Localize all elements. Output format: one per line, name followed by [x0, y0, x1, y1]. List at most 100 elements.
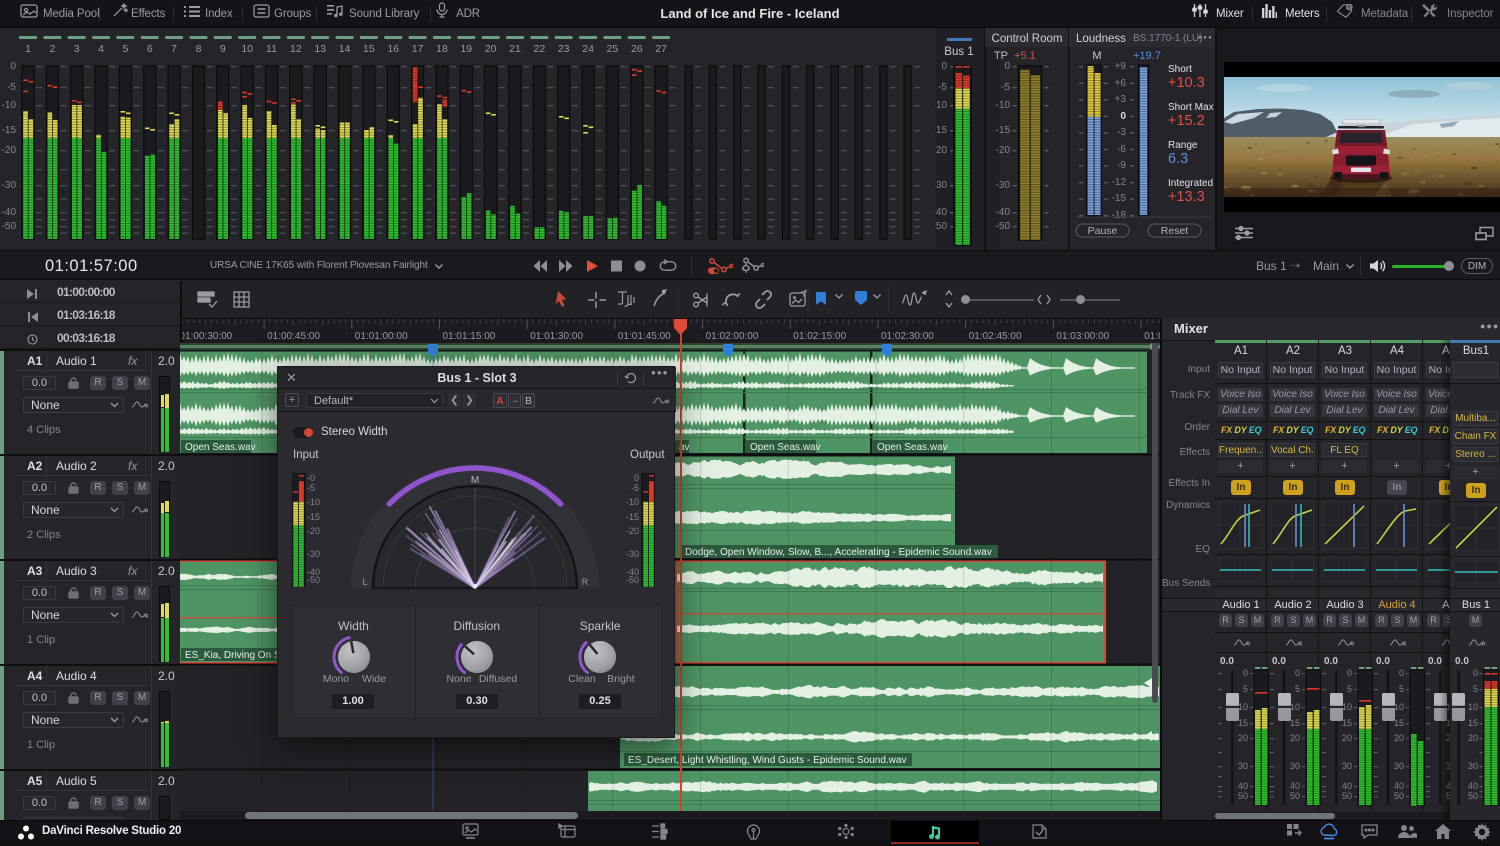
svg-text:30: 30 [1342, 761, 1352, 771]
svg-text:40: 40 [1342, 781, 1352, 791]
svg-text:25: 25 [607, 43, 619, 55]
svg-text:15: 15 [1342, 718, 1352, 728]
svg-text:-12: -12 [1112, 177, 1127, 188]
svg-text:17: 17 [412, 43, 424, 55]
svg-text:-30: -30 [2, 180, 17, 191]
svg-text:26: 26 [631, 43, 643, 55]
svg-text:Range: Range [1168, 140, 1198, 151]
svg-text:15: 15 [1238, 718, 1248, 728]
svg-text:20: 20 [1468, 733, 1478, 743]
svg-text:12: 12 [290, 43, 302, 55]
svg-text:01:02:30:00: 01:02:30:00 [881, 331, 934, 342]
svg-text:+6: +6 [1115, 78, 1127, 89]
svg-text:-15: -15 [996, 125, 1011, 136]
svg-text:-10: -10 [996, 100, 1011, 111]
svg-text:-30: -30 [935, 180, 947, 191]
svg-text:+13.3: +13.3 [1168, 189, 1205, 205]
svg-text:01:03:00:00: 01:03:00:00 [1056, 331, 1109, 342]
svg-text:-18: -18 [1112, 210, 1127, 221]
svg-text:Open Seas.wav: Open Seas.wav [185, 442, 256, 453]
svg-text:+9: +9 [1115, 61, 1127, 72]
svg-text:50: 50 [1468, 791, 1478, 801]
svg-text:20: 20 [1238, 733, 1248, 743]
svg-text:20: 20 [1394, 733, 1404, 743]
svg-text:10: 10 [1468, 702, 1478, 712]
svg-text:0: 0 [1243, 668, 1248, 678]
svg-text:Dodge, Open Window, Slow, B...: Dodge, Open Window, Slow, B..., Accelera… [685, 547, 992, 558]
svg-text:Open Seas.wav: Open Seas.wav [877, 442, 948, 453]
svg-text:-50: -50 [996, 221, 1011, 232]
svg-text:14: 14 [339, 43, 351, 55]
svg-text:-5: -5 [938, 82, 947, 93]
svg-text:20: 20 [1290, 733, 1300, 743]
svg-text:-50: -50 [935, 221, 947, 232]
svg-text:10: 10 [1290, 702, 1300, 712]
svg-text:●●●: ●●● [1198, 35, 1213, 41]
svg-text:15: 15 [1290, 718, 1300, 728]
svg-text:0: 0 [1120, 111, 1126, 122]
svg-text:10: 10 [1238, 702, 1248, 712]
svg-text:4: 4 [98, 43, 104, 55]
svg-text:R: R [582, 577, 589, 587]
svg-text:30: 30 [1468, 761, 1478, 771]
svg-text:-10: -10 [935, 100, 947, 111]
svg-text:40: 40 [1238, 781, 1248, 791]
svg-text:2: 2 [49, 43, 55, 55]
svg-text:40: 40 [1394, 781, 1404, 791]
svg-text:10: 10 [1394, 702, 1404, 712]
svg-text:-40: -40 [996, 207, 1011, 218]
svg-text:-20: -20 [996, 145, 1011, 156]
svg-text:5: 5 [1473, 684, 1478, 694]
svg-text:5: 5 [1243, 684, 1248, 694]
svg-text:24: 24 [582, 43, 594, 55]
svg-text:01:02:45:00: 01:02:45:00 [969, 331, 1022, 342]
svg-text:27: 27 [655, 43, 667, 55]
svg-text:01:00:30:00: 01:00:30:00 [182, 331, 233, 342]
svg-text:0: 0 [1347, 668, 1352, 678]
svg-text:+3: +3 [1115, 94, 1127, 105]
svg-text:L: L [362, 577, 367, 587]
svg-text:16: 16 [387, 43, 399, 55]
svg-text:01:01:45:00: 01:01:45:00 [618, 331, 671, 342]
svg-text:5: 5 [1295, 684, 1300, 694]
svg-text:20: 20 [485, 43, 497, 55]
svg-text:15: 15 [1468, 718, 1478, 728]
svg-text:Open Seas.wav: Open Seas.wav [750, 442, 821, 453]
svg-text:23: 23 [558, 43, 570, 55]
svg-text:Short: Short [1168, 64, 1192, 75]
svg-text:-15: -15 [1112, 193, 1127, 204]
svg-text:Loudness: Loudness [1076, 33, 1126, 45]
svg-text:0: 0 [10, 61, 16, 72]
svg-text:-50: -50 [2, 221, 17, 232]
svg-text:01:01:00:00: 01:01:00:00 [355, 331, 408, 342]
svg-text:50: 50 [1238, 791, 1248, 801]
svg-text:40: 40 [1290, 781, 1300, 791]
svg-text:0: 0 [1004, 61, 1010, 72]
svg-text:40: 40 [1468, 781, 1478, 791]
svg-text:-5: -5 [7, 82, 16, 93]
svg-text:01:01:30:00: 01:01:30:00 [530, 331, 583, 342]
svg-text:-6: -6 [1117, 144, 1126, 155]
svg-text:5: 5 [1347, 684, 1352, 694]
svg-text:Integrated: Integrated [1168, 178, 1213, 189]
svg-text:01:01:15:00: 01:01:15:00 [443, 331, 496, 342]
svg-text:-15: -15 [935, 125, 947, 136]
svg-text:-40: -40 [2, 207, 17, 218]
svg-text:9: 9 [220, 43, 226, 55]
svg-text:01:03:15:00: 01:03:15:00 [1144, 331, 1160, 342]
svg-text:13: 13 [314, 43, 326, 55]
svg-text:-30: -30 [996, 180, 1011, 191]
svg-text:11: 11 [266, 43, 277, 55]
svg-text:-20: -20 [2, 145, 17, 156]
svg-text:1: 1 [25, 43, 31, 55]
svg-text:-10: -10 [2, 100, 17, 111]
svg-text:+10.3: +10.3 [1168, 75, 1205, 91]
svg-text:-9: -9 [1117, 160, 1126, 171]
svg-text:30: 30 [1238, 761, 1248, 771]
svg-text:15: 15 [363, 43, 375, 55]
svg-text:+5.1: +5.1 [1014, 50, 1036, 62]
svg-text:21: 21 [509, 43, 521, 55]
svg-text:01:02:15:00: 01:02:15:00 [793, 331, 846, 342]
svg-text:+19.7: +19.7 [1133, 50, 1161, 62]
svg-text:Pause: Pause [1088, 225, 1118, 237]
